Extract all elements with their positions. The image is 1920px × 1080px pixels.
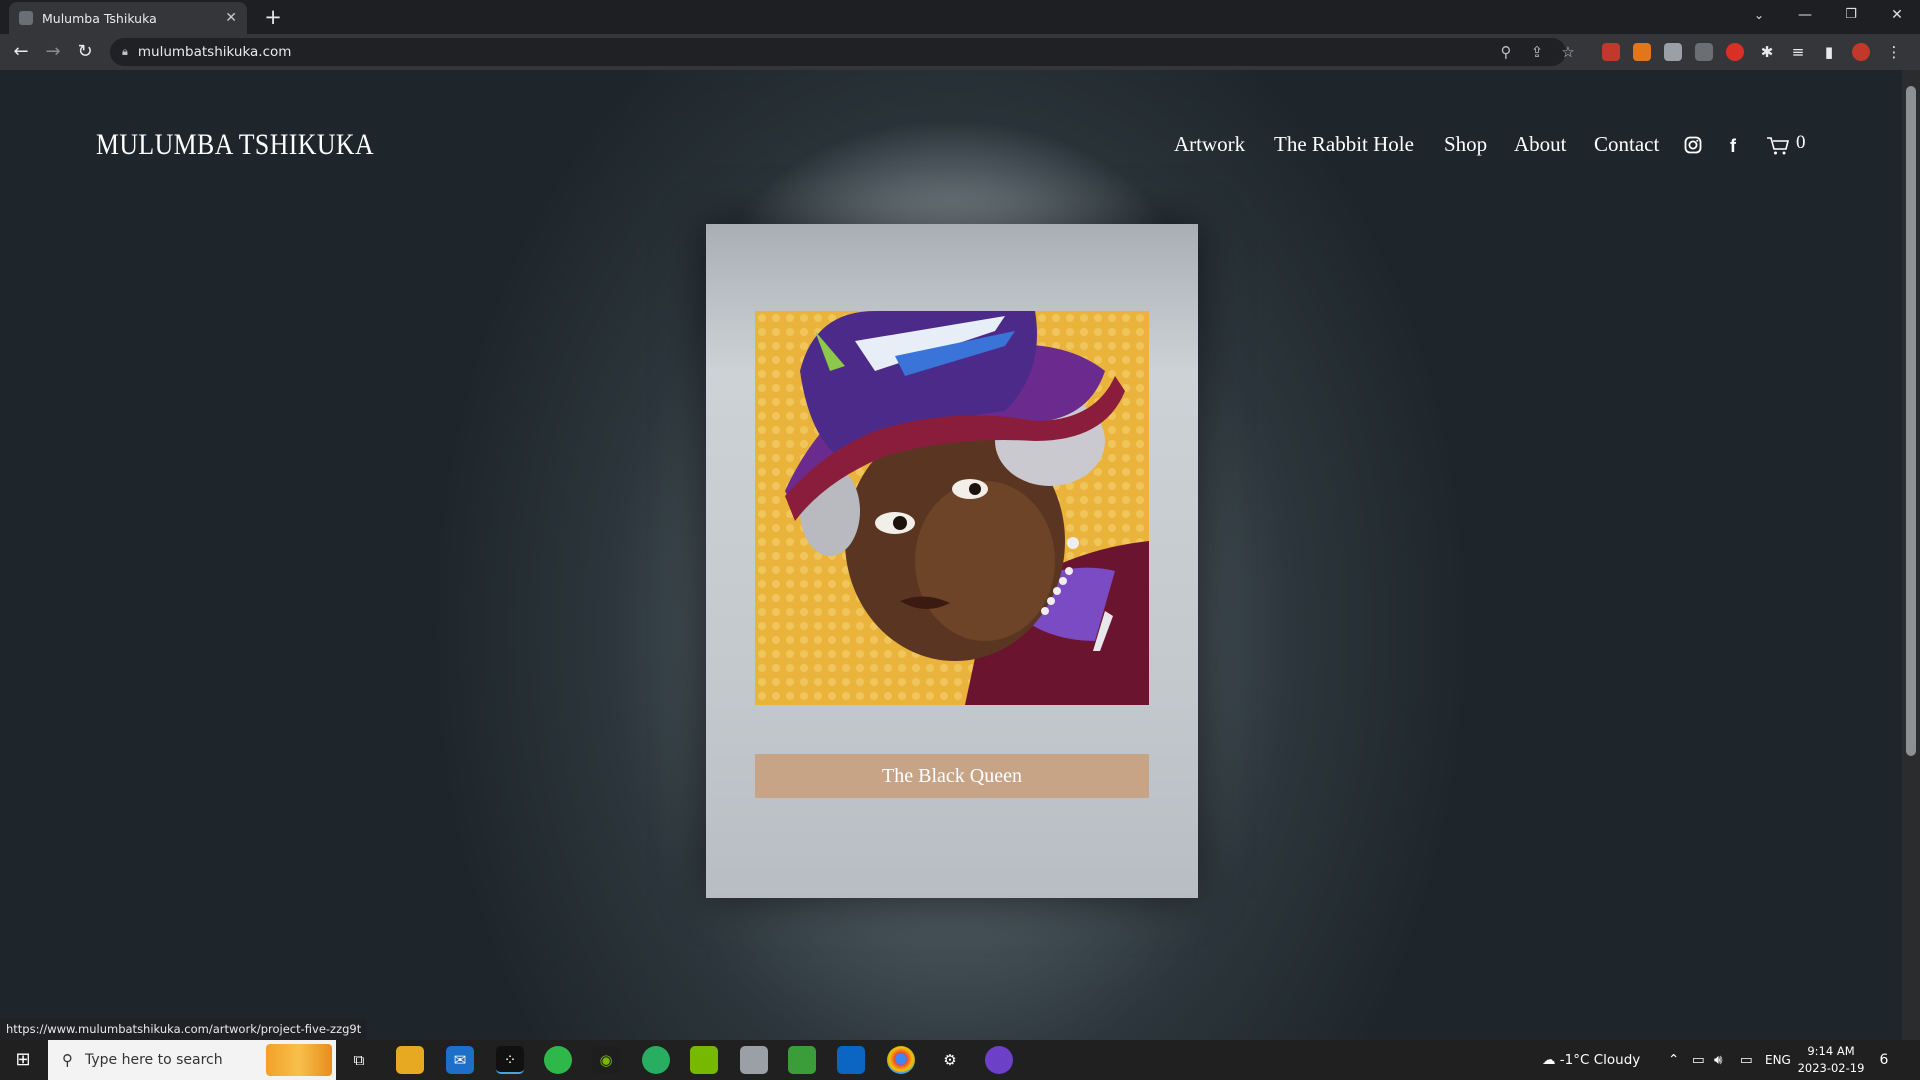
browser-tab-strip: Mulumba Tshikuka ✕ + ⌄ — ❐ ✕ — [0, 0, 1920, 34]
scrollbar-thumb[interactable] — [1906, 86, 1916, 756]
tab-title: Mulumba Tshikuka — [42, 10, 157, 26]
tray-display-icon[interactable]: ▭ — [1740, 1040, 1753, 1080]
browser-toolbar: ← → ↻ 🔒︎ mulumbatshikuka.com ⚲ ⇪ ☆ ✱ ≡ ▮… — [0, 34, 1920, 70]
extension-icon[interactable] — [1664, 43, 1682, 61]
file-explorer-icon[interactable] — [396, 1046, 424, 1074]
search-placeholder: Type here to search — [85, 1052, 223, 1068]
search-icon: ⚲ — [62, 1051, 73, 1069]
settings-gear-icon[interactable]: ⚙ — [936, 1046, 964, 1074]
search-highlight-image — [266, 1044, 332, 1076]
cloud-icon: ☁ — [1542, 1052, 1556, 1068]
media-control-icon[interactable]: ≡ — [1788, 38, 1808, 66]
browser-tab[interactable]: Mulumba Tshikuka ✕ — [9, 2, 247, 34]
extension-icon[interactable] — [1695, 43, 1713, 61]
new-tab-button[interactable]: + — [260, 4, 286, 30]
nav-shop[interactable]: Shop — [1444, 132, 1487, 157]
taskbar-clock[interactable]: 9:14 AM 2023-02-19 — [1797, 1043, 1865, 1077]
weather-widget[interactable]: ☁ -1°C Cloudy — [1542, 1040, 1640, 1080]
tidal-icon[interactable]: ⁘ — [496, 1046, 524, 1074]
cart-count[interactable]: 0 — [1796, 132, 1806, 154]
extension-icon[interactable] — [1726, 43, 1744, 61]
share-icon[interactable]: ⇪ — [1527, 38, 1547, 66]
close-window-button[interactable]: ✕ — [1874, 0, 1920, 30]
site-logo[interactable]: MULUMBA TSHIKUKA — [96, 128, 374, 162]
app-icon[interactable] — [544, 1046, 572, 1074]
nav-about[interactable]: About — [1514, 132, 1567, 157]
weather-text: -1°C Cloudy — [1559, 1052, 1641, 1068]
windows-taskbar: ⊞ ⚲ Type here to search ⧉ ✉ ⁘ ◉ ⚙ ☁ -1°C… — [0, 1040, 1920, 1080]
notification-center-icon[interactable]: 6 — [1870, 1046, 1898, 1074]
notification-count: 6 — [1879, 1052, 1889, 1068]
bookmark-star-icon[interactable]: ☆ — [1558, 38, 1578, 66]
artwork-painting-image[interactable] — [755, 311, 1149, 705]
language-indicator[interactable]: ENG — [1765, 1040, 1791, 1080]
tray-network-icon[interactable]: ▭ — [1692, 1040, 1705, 1080]
tray-chevron-icon[interactable]: ⌃ — [1668, 1040, 1679, 1080]
facebook-icon[interactable]: f — [1730, 136, 1736, 157]
address-bar[interactable]: 🔒︎ mulumbatshikuka.com — [110, 38, 1566, 66]
nvidia-geforce-icon[interactable] — [690, 1046, 718, 1074]
tab-search-icon[interactable]: ⌄ — [1736, 0, 1782, 30]
nvidia-icon[interactable]: ◉ — [592, 1046, 620, 1074]
restore-window-button[interactable]: ❐ — [1828, 0, 1874, 30]
clock-date: 2023-02-19 — [1797, 1061, 1865, 1075]
nav-artwork[interactable]: Artwork — [1174, 132, 1245, 157]
store-icon[interactable] — [837, 1046, 865, 1074]
lock-icon: 🔒︎ — [122, 45, 128, 58]
minimize-window-button[interactable]: — — [1782, 0, 1828, 30]
windows-start-icon[interactable]: ⊞ — [0, 1040, 46, 1080]
github-icon[interactable] — [985, 1046, 1013, 1074]
app-icon[interactable] — [740, 1046, 768, 1074]
task-view-icon[interactable]: ⧉ — [345, 1046, 373, 1074]
nav-contact[interactable]: Contact — [1594, 132, 1659, 157]
browser-menu-icon[interactable]: ⋮ — [1884, 38, 1904, 66]
side-panel-icon[interactable]: ▮ — [1819, 38, 1839, 66]
extensions-puzzle-icon[interactable]: ✱ — [1757, 38, 1777, 66]
ublock-extension-icon[interactable] — [1602, 43, 1620, 61]
artwork-caption[interactable]: The Black Queen — [755, 754, 1149, 798]
close-tab-icon[interactable]: ✕ — [225, 10, 237, 26]
taskbar-search-box[interactable]: ⚲ Type here to search — [48, 1040, 336, 1080]
zoom-search-icon[interactable]: ⚲ — [1496, 38, 1516, 66]
profile-avatar[interactable] — [1852, 43, 1870, 61]
site-favicon-icon — [19, 11, 33, 25]
instagram-icon[interactable] — [1684, 136, 1702, 159]
chrome-icon[interactable] — [887, 1046, 915, 1074]
back-icon[interactable]: ← — [8, 39, 34, 65]
app-icon[interactable] — [642, 1046, 670, 1074]
forward-icon[interactable]: → — [40, 39, 66, 65]
address-url[interactable]: mulumbatshikuka.com — [138, 44, 292, 60]
metamask-extension-icon[interactable] — [1633, 43, 1651, 61]
tray-volume-icon[interactable]: 🔊︎ — [1714, 1040, 1723, 1080]
app-icon[interactable] — [788, 1046, 816, 1074]
reload-icon[interactable]: ↻ — [72, 39, 98, 65]
mail-icon[interactable]: ✉ — [446, 1046, 474, 1074]
clock-time: 9:14 AM — [1807, 1044, 1855, 1058]
link-status-bar: https://www.mulumbatshikuka.com/artwork/… — [0, 1019, 368, 1040]
nav-the-rabbit-hole[interactable]: The Rabbit Hole — [1274, 132, 1414, 157]
cart-icon[interactable] — [1766, 136, 1790, 161]
